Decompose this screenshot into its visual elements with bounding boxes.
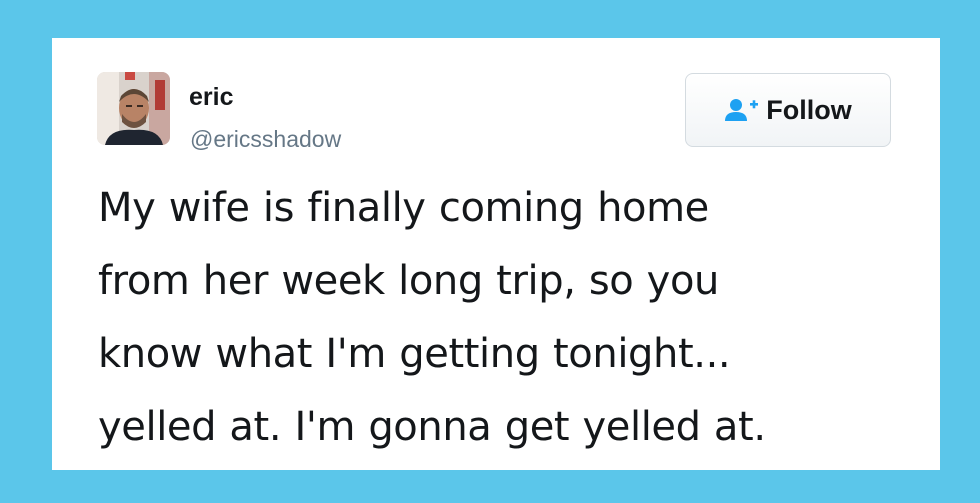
display-name[interactable]: eric bbox=[189, 82, 233, 112]
tweet-card: eric @ericsshadow Follow My wife is fina… bbox=[52, 38, 940, 470]
follow-button[interactable]: Follow bbox=[685, 73, 891, 147]
follow-label: Follow bbox=[766, 94, 852, 125]
tweet-text-line: My wife is finally coming home bbox=[98, 185, 709, 231]
user-handle[interactable]: @ericsshadow bbox=[190, 125, 341, 153]
add-user-icon bbox=[724, 98, 759, 122]
tweet-text-line: yelled at. I'm gonna get yelled at. bbox=[98, 404, 766, 450]
tweet-text-line: from her week long trip, so you bbox=[98, 258, 719, 304]
avatar-image bbox=[97, 72, 170, 145]
tweet-text-line: know what I'm getting tonight... bbox=[98, 331, 731, 377]
tweet-text: My wife is finally coming home from her … bbox=[98, 172, 898, 464]
avatar[interactable] bbox=[97, 72, 170, 145]
